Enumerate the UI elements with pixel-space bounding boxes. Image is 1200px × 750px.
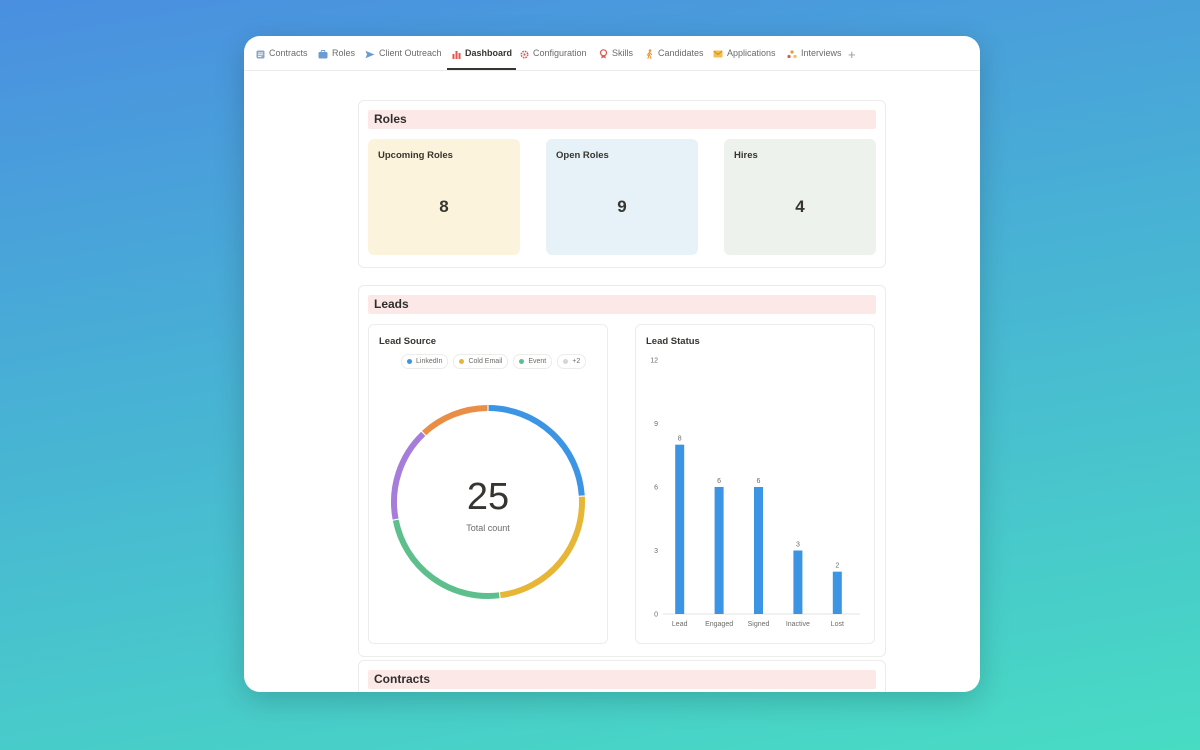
tab-label: Skills [612,48,634,58]
leads-section-title: Leads [368,295,876,314]
tab-label: Dashboard [465,48,513,58]
x-tick-label: Lead [672,621,688,628]
contracts-section-title: Contracts [368,670,876,689]
envelope-icon [713,49,723,59]
y-tick-label: 9 [654,421,658,428]
tab-applications[interactable]: Applications [713,48,776,70]
tab-skills[interactable]: Skills [598,48,633,70]
gear-icon [519,49,529,59]
tab-label: Interviews [801,48,842,58]
people-icon [787,49,797,59]
contracts-section: Contracts [358,660,886,692]
roles-section-title: Roles [368,110,876,129]
stat-label: Hires [734,150,758,161]
bar-value-label: 3 [796,542,800,549]
donut-slice-other-2[interactable] [422,405,488,436]
bar-value-label: 6 [757,478,761,485]
paper-plane-icon [365,49,375,59]
stat-card-upcoming-roles[interactable]: Upcoming Roles 8 [368,139,520,255]
briefcase-icon [318,49,328,59]
lead-status-card[interactable]: Lead Status 0 3 6 9 12 8 Lead 6 Engaged 6 Signed 3 I… [635,324,875,644]
tab-interviews[interactable]: Interviews [787,48,842,70]
bar-inactive[interactable] [793,550,803,615]
leads-section: Leads Lead Source LinkedIn Cold Email Ev… [358,285,886,657]
bar-signed[interactable] [754,487,763,614]
person-icon [644,49,654,59]
stat-card-hires[interactable]: Hires 4 [724,139,876,255]
bar-value-label: 2 [835,563,839,570]
bar-value-label: 6 [717,478,721,485]
stat-label: Open Roles [556,150,609,161]
x-tick-label: Inactive [786,621,810,628]
document-icon [255,49,265,59]
roles-section: Roles Upcoming Roles 8 Open Roles 9 Hire… [358,100,886,268]
x-tick-label: Engaged [705,621,733,628]
bar-engaged[interactable] [714,487,724,614]
stat-value: 8 [439,197,449,216]
stat-card-open-roles[interactable]: Open Roles 9 [546,139,698,255]
stat-value: 4 [795,197,805,216]
tab-roles[interactable]: Roles [318,48,355,70]
tab-candidates[interactable]: Candidates [644,48,704,70]
tab-label: Candidates [658,48,704,58]
tab-label: Contracts [269,48,308,58]
app-window: Contracts Roles Client Outreach Dashboar… [244,36,980,692]
y-tick-label: 3 [654,548,658,555]
donut-total-label: Total count [466,523,510,533]
tab-label: Applications [727,48,776,58]
stat-value: 9 [617,197,627,216]
medal-icon [598,49,608,59]
bar-lost[interactable] [832,571,842,614]
tab-configuration[interactable]: Configuration [519,48,587,70]
tab-dashboard[interactable]: Dashboard [446,48,517,70]
tab-label: Client Outreach [379,48,442,58]
x-tick-label: Signed [748,621,770,628]
donut-total-value: 25 [466,476,510,518]
tab-label: Configuration [533,48,587,58]
stat-label: Upcoming Roles [378,150,453,161]
tab-contracts[interactable]: Contracts [255,48,308,70]
x-tick-label: Lost [831,621,844,628]
tab-label: Roles [332,48,356,58]
add-view-button[interactable]: + [848,48,856,61]
bar-lead[interactable] [675,444,685,614]
bar-chart-icon [451,49,461,59]
y-tick-label: 6 [654,485,658,492]
y-tick-label: 12 [650,358,658,365]
lead-status-bar-chart: 0 3 6 9 12 8 Lead 6 Engaged 6 Signed 3 Inactive 2 Lost [650,358,860,628]
lead-source-card[interactable]: Lead Source LinkedIn Cold Email Event +2… [368,324,608,644]
bar-value-label: 8 [678,436,682,443]
tab-client-outreach[interactable]: Client Outreach [365,48,442,70]
y-tick-label: 0 [654,612,658,619]
view-tab-bar: Contracts Roles Client Outreach Dashboar… [244,36,980,71]
